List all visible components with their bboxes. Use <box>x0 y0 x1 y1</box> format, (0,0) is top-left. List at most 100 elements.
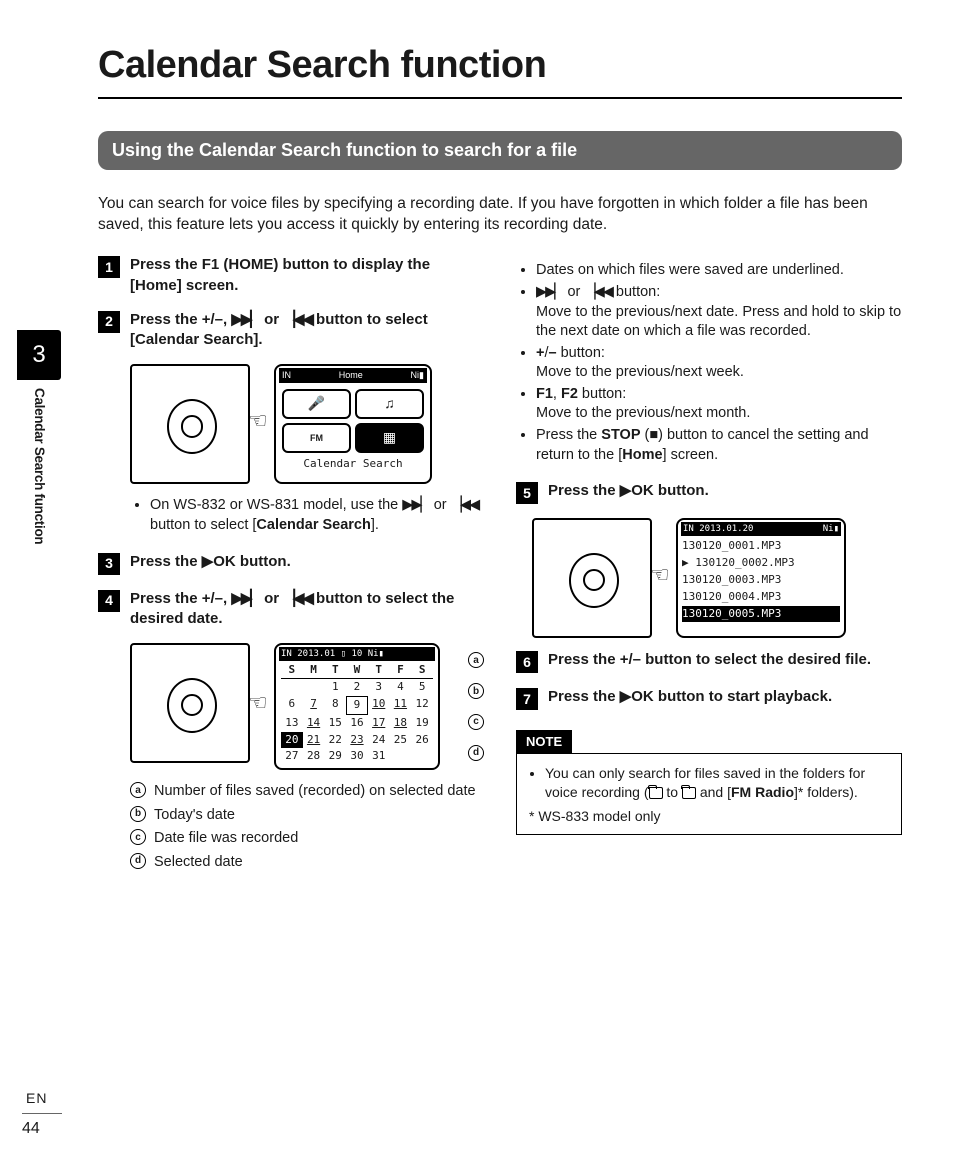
callout-labels: a b c d <box>464 643 484 770</box>
rewind-icon <box>283 311 312 328</box>
t: button to select [ <box>150 517 256 533</box>
callout-d: d <box>130 853 146 869</box>
date-nav-notes: Dates on which files were saved are unde… <box>532 261 902 465</box>
t: Date file was recorded <box>154 829 298 849</box>
folder-icon <box>649 787 663 799</box>
callout-a: a <box>468 652 484 668</box>
step-6: 6 Press the +/– button to select the des… <box>516 650 902 673</box>
t: Number of files saved (recorded) on sele… <box>154 782 476 802</box>
step-number: 3 <box>98 553 120 575</box>
t: button: <box>578 386 626 402</box>
rewind-icon <box>283 590 312 607</box>
t: IN <box>282 369 291 381</box>
t: to <box>663 784 682 800</box>
t: or <box>563 284 584 300</box>
note-block: NOTE You can only search for files saved… <box>516 724 902 835</box>
step-number: 5 <box>516 482 538 504</box>
t: Press the <box>548 482 620 499</box>
t: OK <box>631 688 654 705</box>
t: +/–, <box>202 590 232 607</box>
section-heading: Using the Calendar Search function to se… <box>98 131 902 169</box>
t: Calendar Search <box>282 457 424 472</box>
t: ]* folders). <box>794 784 858 800</box>
t: Move to the previous/next week. <box>536 364 744 380</box>
pointing-hand-icon: ☞ <box>248 406 268 436</box>
t: Today's date <box>154 806 235 826</box>
t: F1 <box>536 386 553 402</box>
music-icon: ♫ <box>355 389 424 419</box>
callout-b: b <box>468 683 484 699</box>
step-2: 2 Press the +/–, or button to select [Ca… <box>98 310 484 351</box>
t: OK <box>631 482 654 499</box>
step-1: 1 Press the F1 (HOME) button to display … <box>98 255 484 296</box>
step-number: 4 <box>98 590 120 612</box>
callout-c: c <box>130 829 146 845</box>
fast-forward-icon <box>231 311 260 328</box>
side-label: Calendar Search function <box>30 388 48 544</box>
play-icon <box>202 553 214 570</box>
step-number: 6 <box>516 651 538 673</box>
note-label: NOTE <box>516 730 572 754</box>
step-7: 7 Press the OK button to start playback. <box>516 687 902 710</box>
t: On WS-832 or WS-831 model, use the <box>150 497 402 513</box>
t: Press the <box>130 553 202 570</box>
page-number: 44 <box>22 1113 62 1140</box>
t: button to start playback. <box>654 688 832 705</box>
t: STOP <box>601 427 640 443</box>
fast-forward-icon <box>231 590 260 607</box>
page-title: Calendar Search function <box>98 40 902 91</box>
callout-b: b <box>130 806 146 822</box>
intro-text: You can search for voice files by specif… <box>98 194 902 236</box>
step-5: 5 Press the OK button. <box>516 481 902 504</box>
t: +/–, <box>202 311 232 328</box>
rewind-icon <box>451 497 478 513</box>
t: IN 2013.01 ▯ 10 Ni▮ <box>281 648 384 660</box>
t: Home <box>622 447 662 463</box>
step-3: 3 Press the OK button. <box>98 552 484 575</box>
t: Dates on which files were saved are unde… <box>536 261 902 281</box>
t: F2 <box>561 386 578 402</box>
t: Home <box>135 277 177 294</box>
t: and [ <box>696 784 731 800</box>
t: Press the <box>130 590 202 607</box>
step-number: 1 <box>98 256 120 278</box>
folder-icon <box>682 787 696 799</box>
figure-step4: ☞ IN 2013.01 ▯ 10 Ni▮ SMTWTFS 1234567891… <box>130 643 484 770</box>
t: button. <box>236 553 291 570</box>
fm-icon: FM <box>282 423 351 453</box>
rewind-icon <box>584 284 611 300</box>
t: Selected date <box>154 853 243 873</box>
t: Move to the previous/next month. <box>536 405 750 421</box>
language-code: EN <box>26 1089 62 1108</box>
t: , <box>553 386 561 402</box>
chapter-number: 3 <box>17 330 61 380</box>
play-icon <box>620 688 632 705</box>
device-illustration <box>130 364 250 484</box>
t: OK <box>213 553 236 570</box>
title-rule <box>98 97 902 99</box>
t: ]. <box>253 331 262 348</box>
t: ] screen. <box>177 277 239 294</box>
play-icon <box>620 482 632 499</box>
step-4: 4 Press the +/–, or button to select the… <box>98 589 484 630</box>
fast-forward-icon <box>536 284 563 300</box>
t: button: <box>557 345 605 361</box>
device-illustration <box>532 518 652 638</box>
t: Ni▮ <box>411 369 424 381</box>
filelist-screen-illustration: IN 2013.01.20 Ni▮ 130120_0001.MP3▶ 13012… <box>676 518 846 638</box>
left-column: 1 Press the F1 (HOME) button to display … <box>98 255 484 876</box>
page-footer: EN 44 <box>22 1089 62 1140</box>
callout-a: a <box>130 782 146 798</box>
t: ] screen. <box>663 447 719 463</box>
figure-step2: ☞ IN Home Ni▮ 🎤 ♫ FM ▦ Calendar Search <box>130 364 484 484</box>
home-screen-illustration: IN Home Ni▮ 🎤 ♫ FM ▦ Calendar Search <box>274 364 432 484</box>
t: button. <box>654 482 709 499</box>
stop-icon <box>649 427 658 443</box>
step-number: 7 <box>516 688 538 710</box>
calendar-screen-illustration: IN 2013.01 ▯ 10 Ni▮ SMTWTFS 123456789101… <box>274 643 440 770</box>
t: Home <box>339 369 363 381</box>
calendar-icon: ▦ <box>355 423 424 453</box>
t: FM Radio <box>731 784 794 800</box>
t: F1 (HOME) <box>202 256 279 273</box>
t: Ni▮ <box>823 523 839 535</box>
